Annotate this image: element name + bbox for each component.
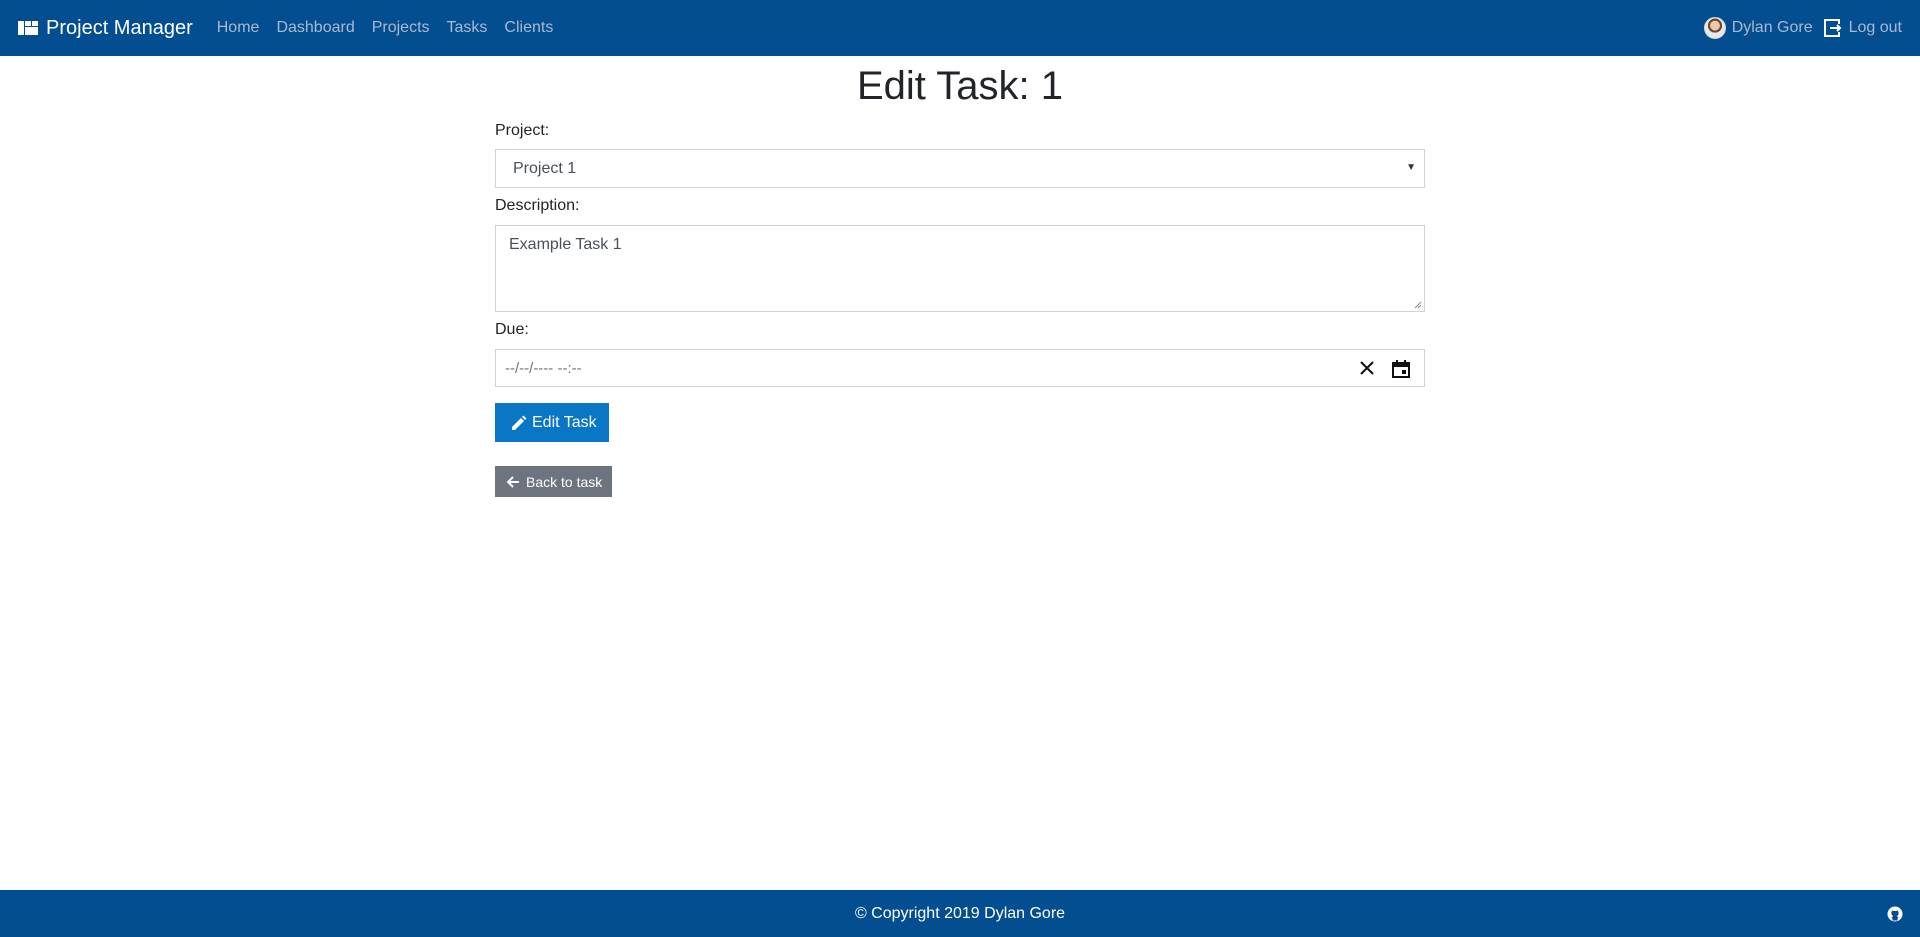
logout-label: Log out xyxy=(1848,19,1902,36)
avatar xyxy=(1703,17,1726,39)
edit-task-label: Edit Task xyxy=(532,413,597,431)
back-to-task-label: Back to task xyxy=(526,473,603,490)
top-navbar: Project Manager Home Dashboard Projects … xyxy=(0,0,1920,56)
description-label: Description: xyxy=(495,197,580,214)
due-label: Due: xyxy=(495,321,529,338)
project-select[interactable]: Project 1 ▼ xyxy=(495,149,1425,188)
description-value: Example Task 1 xyxy=(509,236,622,253)
arrow-left-icon xyxy=(506,475,519,488)
footer: © Copyright 2019 Dylan Gore xyxy=(0,890,1920,937)
user-name: Dylan Gore xyxy=(1731,19,1813,36)
back-to-task-button[interactable]: Back to task xyxy=(495,466,612,497)
user-menu[interactable]: Dylan Gore xyxy=(1703,17,1813,39)
nav-links: Home Dashboard Projects Tasks Clients xyxy=(217,19,571,37)
nav-tasks[interactable]: Tasks xyxy=(447,19,488,37)
edit-task-button[interactable]: Edit Task xyxy=(495,403,609,442)
nav-clients[interactable]: Clients xyxy=(504,19,553,37)
resize-handle-icon[interactable] xyxy=(1414,301,1422,309)
chevron-down-icon: ▼ xyxy=(1406,162,1416,173)
pencil-icon xyxy=(512,415,527,430)
calendar-icon[interactable] xyxy=(1392,360,1410,378)
description-textarea[interactable]: Example Task 1 xyxy=(495,225,1425,312)
page-title: Edit Task: 1 xyxy=(856,64,1064,108)
dashboard-icon xyxy=(18,21,38,35)
nav-right: Dylan Gore Log out xyxy=(1703,17,1902,39)
brand[interactable]: Project Manager xyxy=(18,17,193,40)
nav-home[interactable]: Home xyxy=(217,19,260,37)
clear-icon[interactable] xyxy=(1360,361,1374,375)
project-select-value: Project 1 xyxy=(513,159,577,177)
brand-label: Project Manager xyxy=(46,16,193,39)
main-content: Edit Task: 1 Project: Project 1 ▼ Descri… xyxy=(495,56,1425,497)
nav-projects[interactable]: Projects xyxy=(372,19,430,37)
copyright-text: © Copyright 2019 Dylan Gore xyxy=(854,904,1066,922)
due-datetime-input[interactable]: --/--/---- --:-- xyxy=(495,349,1425,387)
logout-icon xyxy=(1823,19,1842,37)
due-placeholder: --/--/---- --:-- xyxy=(505,359,582,377)
project-label: Project: xyxy=(495,122,550,139)
logout-link[interactable]: Log out xyxy=(1823,18,1902,38)
nav-dashboard[interactable]: Dashboard xyxy=(276,19,354,37)
github-icon[interactable] xyxy=(1887,906,1903,922)
